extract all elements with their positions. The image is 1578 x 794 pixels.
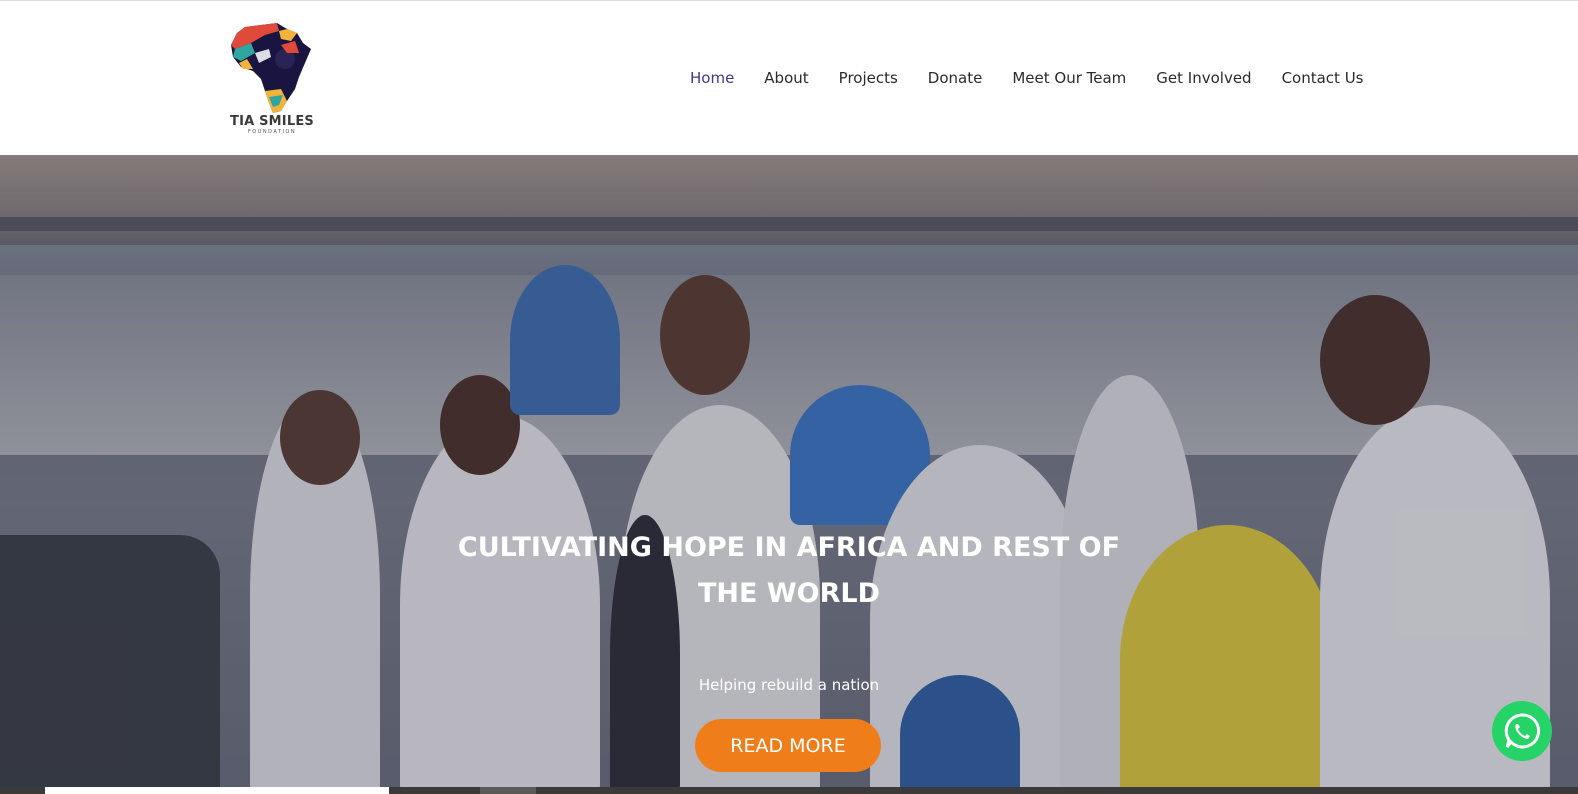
slider-progress-bar — [0, 787, 1578, 794]
nav-about[interactable]: About — [764, 69, 808, 89]
nav-get-involved[interactable]: Get Involved — [1156, 69, 1251, 89]
nav-home[interactable]: Home — [690, 69, 734, 89]
main-nav: Home About Projects Donate Meet Our Team… — [690, 69, 1364, 89]
slider-indicator[interactable] — [480, 787, 536, 794]
site-logo[interactable]: TIA SMILES FOUNDATION — [225, 19, 319, 137]
hero-subtitle: Helping rebuild a nation — [698, 676, 880, 694]
whatsapp-icon — [1504, 713, 1541, 749]
hero-title-line2: THE WORLD — [698, 578, 880, 609]
hero-title-line1: CULTIVATING HOPE IN AFRICA AND REST OF — [457, 532, 1121, 563]
whatsapp-button[interactable] — [1492, 701, 1552, 761]
africa-map-logo-icon — [231, 23, 311, 113]
nav-meet-our-team[interactable]: Meet Our Team — [1012, 69, 1126, 89]
nav-donate[interactable]: Donate — [928, 69, 983, 89]
read-more-button[interactable]: READ MORE — [695, 719, 881, 772]
brand-subtitle: FOUNDATION — [247, 129, 297, 135]
slider-indicator-active[interactable] — [45, 787, 389, 794]
brand-name: TIA SMILES — [230, 114, 314, 129]
hero-banner: CULTIVATING HOPE IN AFRICA AND REST OF T… — [0, 155, 1578, 787]
site-header: TIA SMILES FOUNDATION Home About Project… — [0, 1, 1578, 155]
nav-projects[interactable]: Projects — [839, 69, 898, 89]
nav-contact-us[interactable]: Contact Us — [1282, 69, 1364, 89]
hero-title: CULTIVATING HOPE IN AFRICA AND REST OF T… — [440, 525, 1138, 617]
